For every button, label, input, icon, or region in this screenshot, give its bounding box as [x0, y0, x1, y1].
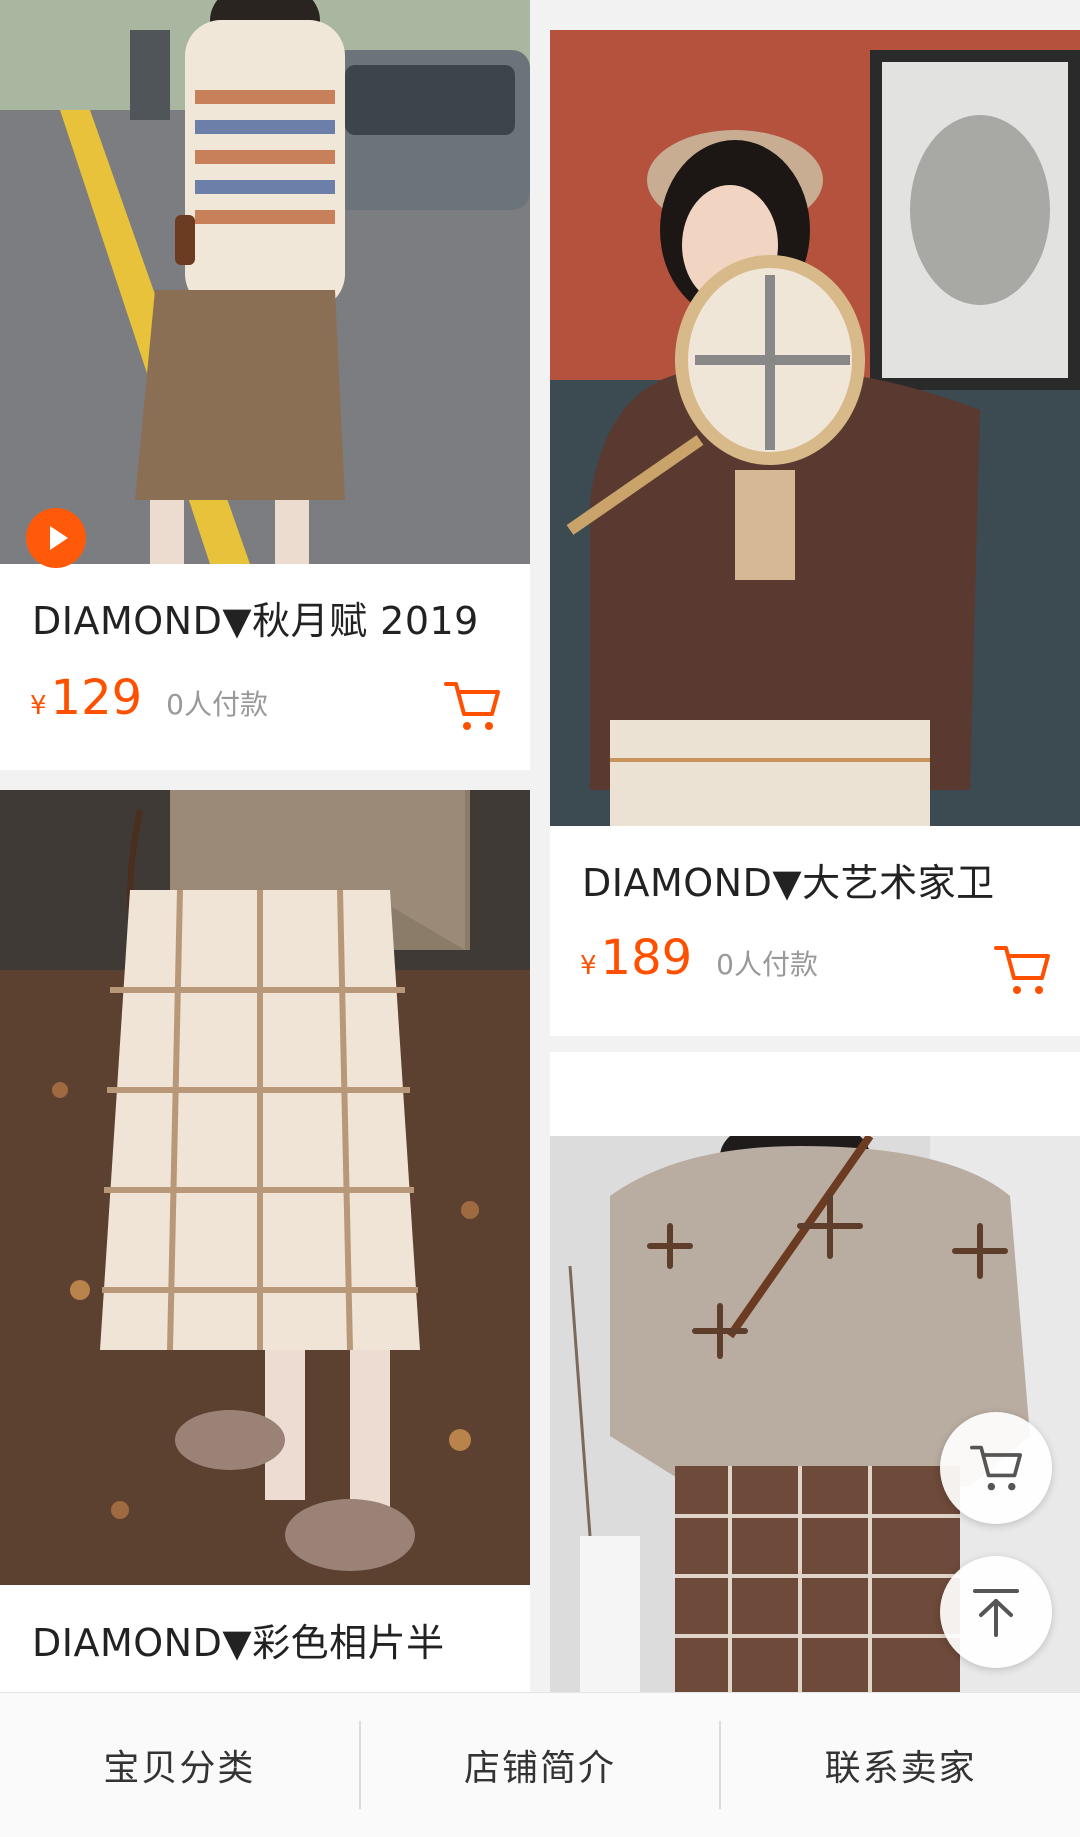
- price-row: ¥ 129 0人付款: [30, 670, 268, 726]
- product-title[interactable]: DIAMOND▼彩色相片半: [32, 1612, 445, 1667]
- product-title[interactable]: DIAMOND▼大艺术家卫: [582, 852, 995, 907]
- product-photo-plaid-skirt: [0, 790, 530, 1585]
- nav-item-categories[interactable]: 宝贝分类: [0, 1739, 359, 1791]
- product-title[interactable]: DIAMOND▼秋月赋 2019: [32, 590, 479, 645]
- product-card[interactable]: DIAMOND▼大艺术家卫 ¥ 189 0人付款: [550, 30, 1080, 1036]
- nav-item-contact-seller[interactable]: 联系卖家: [721, 1739, 1080, 1791]
- add-to-cart-icon[interactable]: [992, 942, 1052, 998]
- add-to-cart-icon[interactable]: [442, 678, 502, 734]
- product-photo-racket-sweatshirt: [550, 30, 1080, 826]
- floating-cart-button[interactable]: [940, 1412, 1052, 1524]
- product-price: 189: [600, 930, 693, 986]
- product-card[interactable]: DIAMOND▼彩色相片半: [0, 790, 530, 1710]
- paid-count: 0人付款: [166, 688, 268, 721]
- paid-count: 0人付款: [716, 948, 818, 981]
- back-to-top-button[interactable]: [940, 1556, 1052, 1668]
- shop-product-grid-page: DIAMOND▼秋月赋 2019 ¥ 129 0人付款 DIAMOND▼大艺术家…: [0, 0, 1080, 1837]
- product-price: 129: [50, 670, 143, 726]
- product-photo-street-sweater: [0, 0, 530, 564]
- price-row: ¥ 189 0人付款: [580, 930, 818, 986]
- product-image[interactable]: [0, 790, 530, 1585]
- product-image[interactable]: [0, 0, 530, 564]
- currency-symbol: ¥: [30, 691, 47, 721]
- arrow-up-top-icon: [973, 1589, 1019, 1637]
- bottom-nav: 宝贝分类 店铺简介 联系卖家: [0, 1692, 1080, 1837]
- cart-icon: [969, 1445, 1022, 1491]
- product-card[interactable]: DIAMOND▼秋月赋 2019 ¥ 129 0人付款: [0, 0, 530, 770]
- product-image[interactable]: [550, 30, 1080, 826]
- play-video-icon[interactable]: [26, 508, 86, 568]
- currency-symbol: ¥: [580, 951, 597, 981]
- nav-item-shop-intro[interactable]: 店铺简介: [361, 1739, 720, 1791]
